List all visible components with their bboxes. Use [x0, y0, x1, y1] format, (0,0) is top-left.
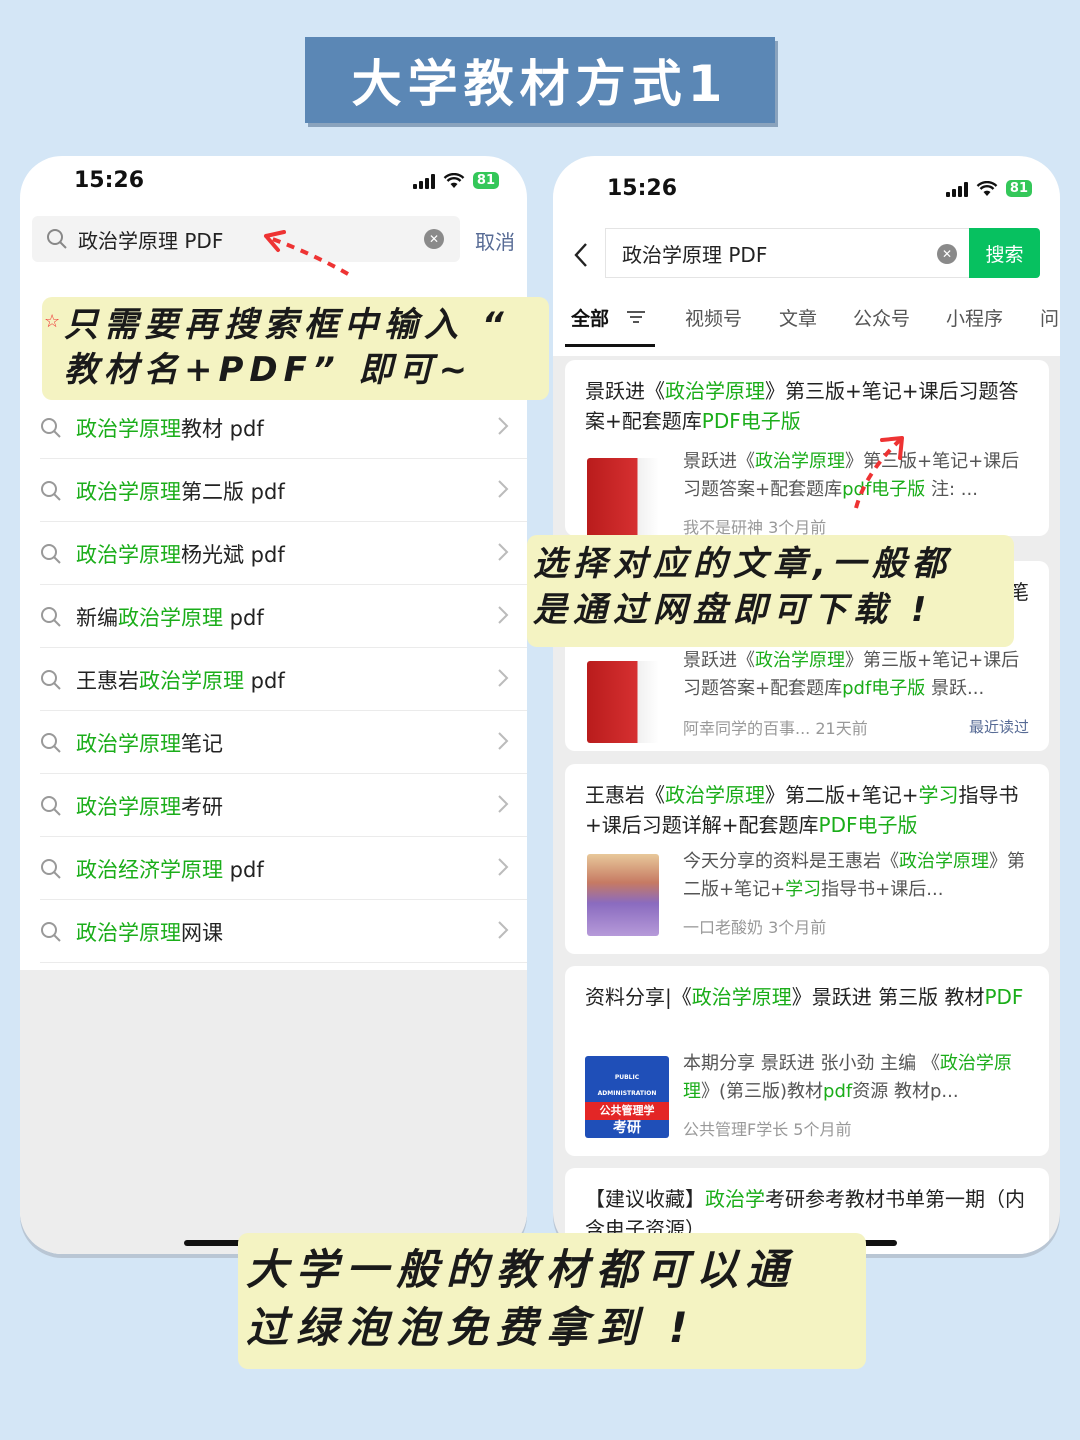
status-time: 15:26 — [74, 168, 145, 193]
card-title: 景跃进《政治学原理》第三版+笔记+课后习题答案+配套题库PDF电子版 — [585, 379, 1019, 433]
suggestion-label: 政治学原理笔记 — [76, 731, 223, 756]
search-icon — [41, 669, 61, 690]
search-icon — [47, 229, 67, 249]
book-cover-thumbnail: PUBLIC ADMINISTRATION 公共管理学 考研 经典教材PDF分享 — [585, 1056, 669, 1148]
tab-channels[interactable]: 视频号 — [685, 304, 742, 331]
cancel-button[interactable]: 取消 — [475, 226, 515, 255]
note-line: 是通过网盘即可下载 ! — [533, 590, 933, 630]
result-tabs: 全部 视频号 文章 公众号 小程序 问 — [553, 296, 1060, 348]
search-icon — [41, 543, 61, 564]
tab-official-accounts[interactable]: 公众号 — [853, 304, 910, 331]
clear-icon[interactable]: ✕ — [424, 229, 444, 249]
suggestion-item[interactable]: 政治学原理杨光斌 pdf — [20, 522, 527, 585]
status-time: 15:26 — [607, 176, 678, 201]
battery-icon: 81 — [1005, 180, 1032, 197]
recently-read-badge: 最近读过 — [968, 718, 1029, 736]
card-snippet: 今天分享的资料是王惠岩《政治学原理》第二版+笔记+学习指导书+课后... — [683, 851, 1025, 900]
note-line: 教材名+PDF” 即可~ — [64, 350, 474, 390]
suggestion-item[interactable]: 政治学原理考研 — [20, 774, 527, 837]
search-icon — [41, 606, 61, 627]
card-title: 资料分享|《政治学原理》景跃进 第三版 教材PDF — [585, 985, 1024, 1009]
result-card[interactable]: 资料分享|《政治学原理》景跃进 第三版 教材PDF PUBLIC ADMINIS… — [565, 966, 1049, 1156]
annotation-note-summary: 大学一般的教材都可以通 过绿泡泡免费拿到 ! — [238, 1233, 866, 1369]
book-cover-thumbnail — [587, 458, 659, 540]
result-card[interactable]: 王惠岩《政治学原理》第二版+笔记+学习指导书+课后习题详解+配套题库PDF电子版… — [565, 764, 1049, 954]
note-line: 大学一般的教材都可以通 — [246, 1245, 797, 1294]
result-card[interactable]: 景跃进《政治学原理》第三版+笔记+课后习题答案+配套题库PDF电子版 景跃进《政… — [565, 360, 1049, 540]
empty-area — [20, 970, 527, 1254]
annotation-note-select-article: 选择对应的文章,一般都 是通过网盘即可下载 ! — [527, 535, 1014, 647]
note-line: 过绿泡泡免费拿到 ! — [246, 1303, 696, 1352]
suggestion-item[interactable]: 政治学原理第二版 pdf — [20, 459, 527, 522]
clear-icon[interactable]: ✕ — [937, 244, 957, 264]
filter-icon[interactable] — [627, 310, 645, 324]
suggestion-item[interactable]: 政治学原理笔记 — [20, 711, 527, 774]
search-icon — [41, 921, 61, 942]
suggestion-list: 政治学原理教材 pdf 政治学原理第二版 pdf 政治学原理杨光斌 pdf 新编政治学… — [20, 396, 527, 963]
wifi-icon — [976, 180, 998, 196]
note-line: 选择对应的文章,一般都 — [533, 544, 952, 584]
signal-icon — [945, 181, 968, 197]
back-icon[interactable] — [573, 242, 589, 268]
search-icon — [41, 732, 61, 753]
suggestion-item[interactable]: 政治经济学原理 pdf — [20, 837, 527, 900]
card-meta: 一口老酸奶 3个月前 — [683, 918, 827, 937]
chevron-right-icon — [498, 921, 509, 939]
banner-title: 大学教材方式1 — [351, 55, 729, 113]
book-cover-thumbnail — [587, 661, 659, 743]
search-text: 政治学原理 PDF — [622, 242, 768, 267]
suggestion-label: 政治学原理网课 — [76, 920, 223, 945]
book-cover-thumbnail — [587, 854, 659, 936]
suggestion-item[interactable]: 政治学原理网课 — [20, 900, 527, 963]
card-meta: 公共管理F学长 5个月前 — [683, 1120, 852, 1139]
suggestion-label: 新编政治学原理 pdf — [76, 605, 264, 630]
wifi-icon — [443, 172, 465, 188]
search-text: 政治学原理 PDF — [78, 228, 224, 253]
chevron-right-icon — [498, 606, 509, 624]
tab-mini-programs[interactable]: 小程序 — [946, 304, 1003, 331]
arrow-icon — [264, 230, 349, 276]
chevron-right-icon — [498, 858, 509, 876]
suggestion-label: 政治学原理考研 — [76, 794, 223, 819]
search-button[interactable]: 搜索 — [969, 228, 1040, 278]
suggestion-item[interactable]: 政治学原理教材 pdf — [20, 396, 527, 459]
battery-icon: 81 — [472, 172, 499, 189]
card-snippet: 本期分享 景跃进 张小劲 主编 《政治学原理》(第三版)教材pdf资源 教材p.… — [683, 1053, 1012, 1102]
arrow-icon — [854, 436, 904, 509]
card-meta: 阿幸同学的百事... 21天前 — [683, 719, 868, 738]
card-title: 王惠岩《政治学原理》第二版+笔记+学习指导书+课后习题详解+配套题库PDF电子版 — [585, 783, 1019, 837]
annotation-note-search: ☆ 只需要再搜索框中输入 “ 教材名+PDF” 即可~ — [42, 297, 549, 400]
suggestion-label: 政治学原理教材 pdf — [76, 416, 264, 441]
tab-questions[interactable]: 问 — [1040, 304, 1059, 331]
search-icon — [41, 417, 61, 438]
search-icon — [41, 858, 61, 879]
search-input[interactable]: 政治学原理 PDF ✕ — [32, 216, 460, 262]
suggestion-label: 政治学原理第二版 pdf — [76, 479, 285, 504]
suggestion-label: 王惠岩政治学原理 pdf — [76, 668, 285, 693]
card-snippet: 景跃进《政治学原理》第三版+笔记+课后习题答案+配套题库pdf电子版 景跃... — [683, 650, 1020, 699]
suggestion-label: 政治学原理杨光斌 pdf — [76, 542, 285, 567]
right-phone-screen: 15:26 81 政治学原理 PDF ✕ 搜索 全部 视频号 文章 公众号 小程… — [553, 156, 1060, 1254]
signal-icon — [412, 173, 435, 189]
status-bar: 15:26 81 — [553, 156, 1060, 216]
chevron-right-icon — [498, 543, 509, 561]
chevron-right-icon — [498, 480, 509, 498]
tab-all[interactable]: 全部 — [571, 304, 609, 331]
chevron-right-icon — [498, 669, 509, 687]
suggestion-item[interactable]: 新编政治学原理 pdf — [20, 585, 527, 648]
star-icon: ☆ — [44, 311, 67, 332]
search-input[interactable]: 政治学原理 PDF ✕ — [605, 228, 969, 278]
chevron-right-icon — [498, 732, 509, 750]
suggestion-label: 政治经济学原理 pdf — [76, 857, 264, 882]
active-tab-indicator — [565, 344, 655, 347]
status-bar: 15:26 81 — [20, 156, 527, 216]
suggestion-item[interactable]: 王惠岩政治学原理 pdf — [20, 648, 527, 711]
search-icon — [41, 795, 61, 816]
tab-articles[interactable]: 文章 — [779, 304, 817, 331]
chevron-right-icon — [498, 417, 509, 435]
note-line: 只需要再搜索框中输入 “ — [64, 305, 510, 345]
search-icon — [41, 480, 61, 501]
chevron-right-icon — [498, 795, 509, 813]
title-banner: 大学教材方式1 — [305, 37, 775, 123]
